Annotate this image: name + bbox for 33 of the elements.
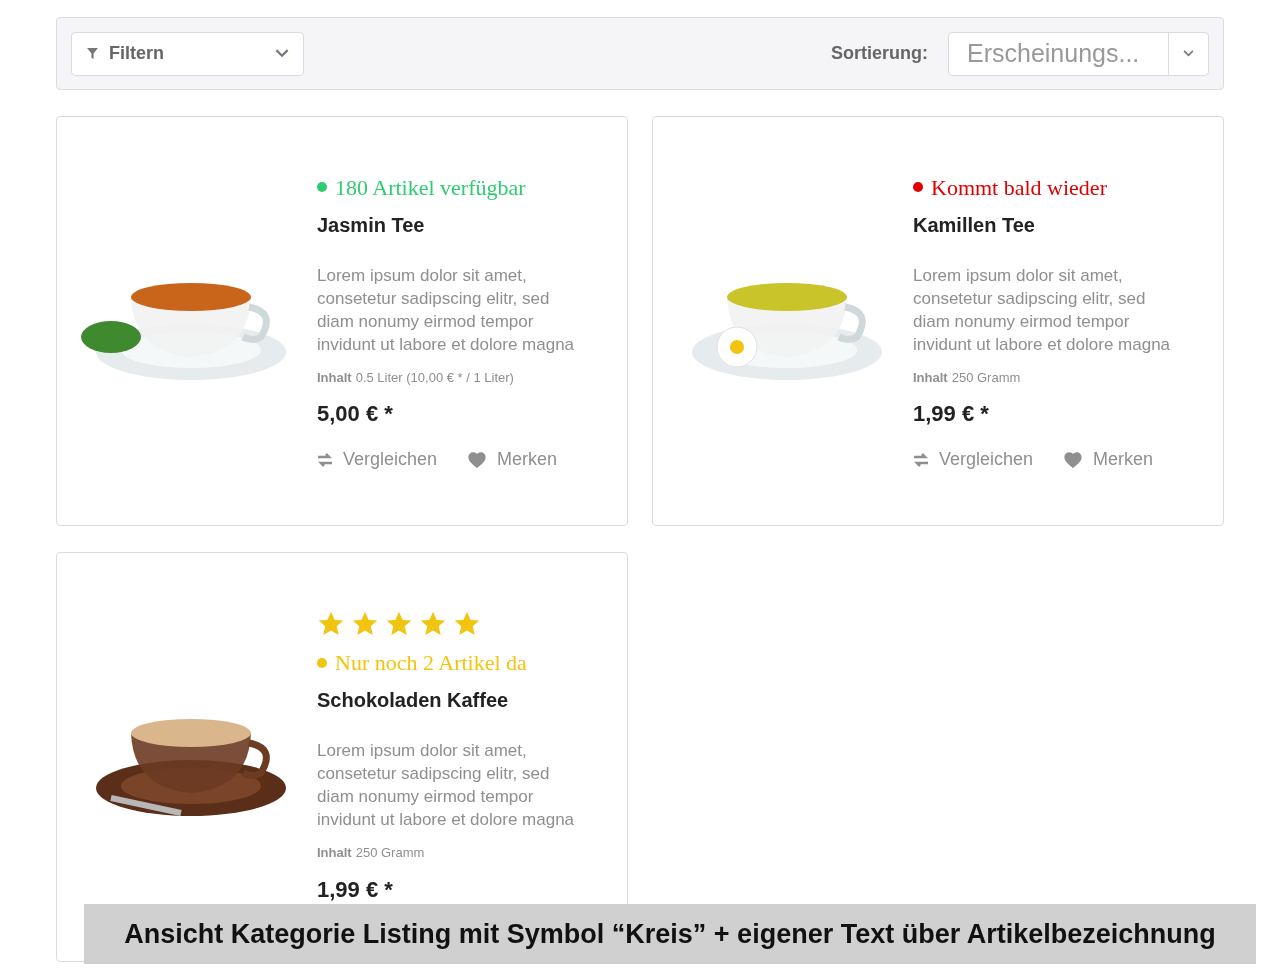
product-title[interactable]: Schokoladen Kaffee — [317, 685, 585, 716]
stock-status: Kommt bald wieder — [931, 173, 1107, 202]
sort-label: Sortierung: — [831, 42, 928, 65]
wishlist-link[interactable]: Merken — [1063, 446, 1154, 474]
product-description: Lorem ipsum dolor sit amet, consetetur sadipscing elitr, sed diam nonumy eirmod tempor invidunt ut labore et dolore magna — [317, 740, 576, 832]
content-label: Inhalt — [317, 844, 352, 863]
stock-status: 180 Artikel verfügbar — [335, 173, 526, 202]
price: 5,00 € * — [317, 400, 394, 429]
price: 1,99 € * — [317, 875, 394, 904]
filter-button[interactable]: Filtern — [71, 31, 304, 76]
sort-select[interactable]: Erscheinungs... — [948, 31, 1209, 76]
wishlist-link[interactable]: Merken — [467, 446, 558, 474]
content-value: 0.5 Liter (10,00 € * / 1 Liter) — [355, 368, 514, 387]
chevron-down-icon — [1183, 50, 1194, 57]
product-description: Lorem ipsum dolor sit amet, consetetur sadipscing elitr, sed diam nonumy eirmod tempor invidunt ut labore et dolore magna — [913, 264, 1172, 356]
product-title[interactable]: Kamillen Tee — [913, 209, 1181, 240]
product-title[interactable]: Jasmin Tee — [317, 209, 585, 240]
funnel-icon — [86, 47, 99, 60]
compare-link[interactable]: Vergleichen — [913, 446, 1034, 474]
stock-status: Nur noch 2 Artikel da — [335, 649, 527, 678]
swap-arrows-icon — [913, 452, 929, 467]
content-label: Inhalt — [913, 368, 948, 387]
chevron-down-icon — [275, 49, 289, 58]
caption-text: Ansicht Kategorie Listing mit Symbol “Kreis” + eigener Text über Artikelbezeichnung — [124, 917, 1216, 951]
content-value: 250 Gramm — [355, 844, 425, 863]
heart-icon — [467, 450, 488, 469]
heart-icon — [1063, 450, 1084, 469]
compare-link[interactable]: Vergleichen — [317, 446, 438, 474]
product-description: Lorem ipsum dolor sit amet, consetetur sadipscing elitr, sed diam nonumy eirmod tempor invidunt ut labore et dolore magna — [317, 264, 576, 356]
content-label: Inhalt — [317, 368, 352, 387]
price: 1,99 € * — [913, 400, 990, 429]
content-value: 250 Gramm — [951, 368, 1021, 387]
swap-arrows-icon — [317, 452, 333, 467]
